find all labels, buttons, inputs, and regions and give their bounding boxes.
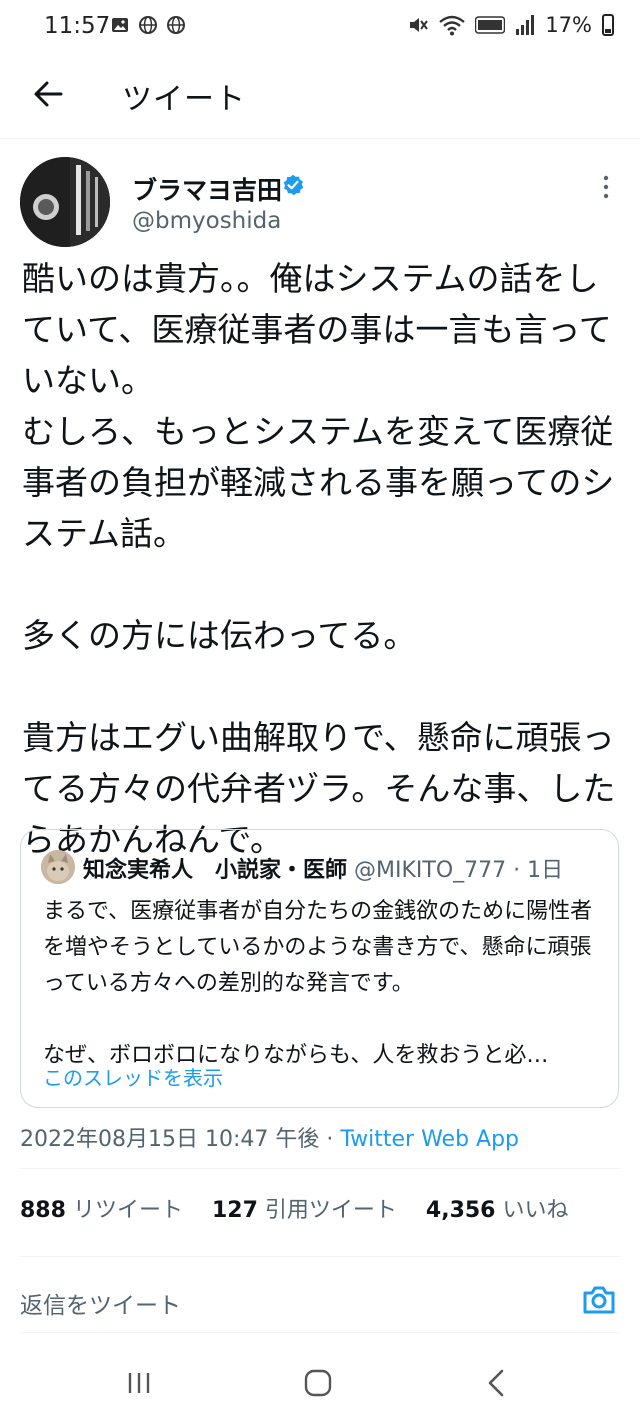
tweet-meta: 2022年08月15日 10:47 午後 · Twitter Web App xyxy=(20,1121,519,1153)
status-notification-icons xyxy=(110,15,186,35)
back-nav-icon[interactable] xyxy=(484,1368,508,1398)
author-avatar[interactable] xyxy=(20,157,110,247)
top-app-bar: ツイート xyxy=(0,54,640,139)
quoted-tweet-header: 知念実希人 小説家・医師 @MIKITO_777 · 1日 xyxy=(83,852,563,884)
tweet-text: 酷いのは貴方。。俺はシステムの話をしていて、医療従事者の事は一言も言っていない。… xyxy=(22,259,616,859)
author-name[interactable]: ブラマヨ吉田 xyxy=(132,171,282,207)
retweets-stat[interactable]: 888 リツイート xyxy=(20,1198,183,1223)
mute-icon xyxy=(410,18,429,32)
volte-icon xyxy=(475,16,506,34)
divider xyxy=(20,1256,620,1257)
quoted-tweet-text: まるで、医療従事者が自分たちの金銭欲のために陽性者を増やそうとしているかのような… xyxy=(43,899,593,1068)
tweet-timestamp: 2022年08月15日 10:47 午後 xyxy=(20,1127,320,1152)
quotes-count: 127 xyxy=(211,1198,258,1223)
quotes-stat[interactable]: 127 引用ツイート xyxy=(212,1198,397,1223)
globe-icon xyxy=(139,16,157,34)
camera-icon[interactable] xyxy=(580,1281,618,1319)
quotes-label: 引用ツイート xyxy=(264,1198,397,1223)
cat-avatar-image xyxy=(41,850,75,884)
globe-icon xyxy=(167,16,185,34)
system-navigation-bar xyxy=(0,1344,640,1422)
tweet-source-app[interactable]: Twitter Web App xyxy=(340,1127,519,1152)
home-icon[interactable] xyxy=(303,1368,333,1398)
status-bar: 11:57 17% xyxy=(0,0,640,54)
show-thread-link[interactable]: このスレッドを表示 xyxy=(43,1062,223,1091)
divider xyxy=(20,1332,620,1333)
quoted-author-avatar xyxy=(41,850,75,884)
quoted-author-handle: @MIKITO_777 xyxy=(354,858,507,883)
more-options-icon[interactable] xyxy=(596,174,616,200)
battery-percent: 17% xyxy=(545,13,592,37)
image-icon xyxy=(112,18,128,32)
retweets-count: 888 xyxy=(20,1198,66,1223)
likes-label: いいね xyxy=(502,1198,569,1223)
retweets-label: リツイート xyxy=(72,1198,183,1223)
reply-input[interactable]: 返信をツイート xyxy=(20,1286,181,1320)
quoted-author-name: 知念実希人 小説家・医師 xyxy=(83,858,348,883)
status-system-icons: 17% xyxy=(407,13,614,37)
back-arrow-icon[interactable] xyxy=(28,74,68,114)
tweet-stats: 888 リツイート 127 引用ツイート 4,356 いいね xyxy=(20,1192,591,1224)
meta-separator: · xyxy=(319,1127,341,1152)
page-title: ツイート xyxy=(122,82,246,117)
divider xyxy=(20,1168,620,1169)
likes-stat[interactable]: 4,356 いいね xyxy=(426,1198,569,1223)
recent-apps-icon[interactable] xyxy=(126,1370,152,1396)
quoted-tweet-card[interactable]: 知念実希人 小説家・医師 @MIKITO_777 · 1日 まるで、医療従事者が… xyxy=(20,829,619,1108)
book-cover-image xyxy=(20,157,110,247)
status-time: 11:57 xyxy=(44,13,111,39)
author-handle[interactable]: @bmyoshida xyxy=(132,208,281,234)
wifi-icon xyxy=(439,15,466,36)
battery-icon xyxy=(602,14,614,36)
likes-count: 4,356 xyxy=(425,1198,496,1223)
signal-icon xyxy=(516,15,535,35)
verified-badge-icon xyxy=(283,174,304,196)
quoted-tweet-time: · 1日 xyxy=(513,858,564,883)
